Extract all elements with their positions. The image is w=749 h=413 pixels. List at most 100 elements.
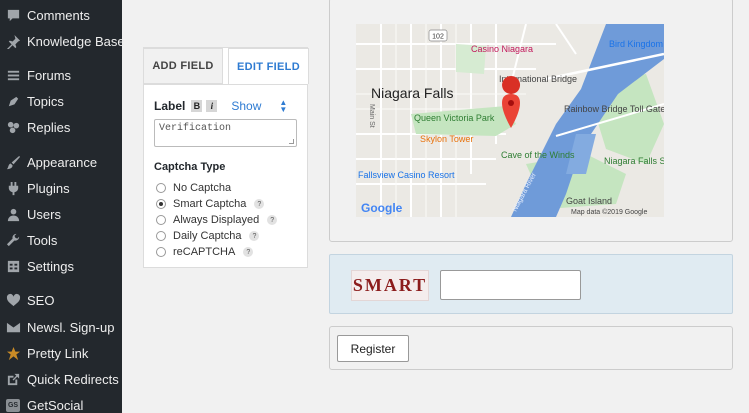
captcha-type-title: Captcha Type: [154, 161, 226, 173]
help-icon[interactable]: ?: [267, 215, 278, 225]
help-icon[interactable]: ?: [243, 247, 254, 257]
sidebar-item-quick-redirects[interactable]: Quick Redirects: [0, 366, 122, 392]
map-label-park: Queen Victoria Park: [414, 113, 495, 123]
sidebar-item-tools[interactable]: Tools: [0, 227, 122, 253]
italic-button[interactable]: i: [206, 100, 218, 112]
sidebar-item-label: Appearance: [27, 154, 98, 170]
map-label-bird: Bird Kingdom: [609, 39, 663, 49]
pin-icon: [5, 33, 21, 49]
captcha-option-label: Always Displayed: [173, 214, 260, 226]
captcha-image: SMART: [351, 270, 429, 301]
map-label-city: Niagara Falls: [371, 85, 453, 101]
radio-button[interactable]: [156, 199, 166, 209]
resize-handle-icon[interactable]: [289, 139, 294, 144]
mail-icon: [5, 319, 21, 335]
label-title: Label: [154, 99, 186, 113]
sidebar-item-pretty-link[interactable]: Pretty Link: [0, 340, 122, 366]
settings-icon: [5, 258, 21, 274]
radio-button[interactable]: [156, 231, 166, 241]
map-label-rainbow: Rainbow Bridge Toll Gate: [564, 104, 664, 114]
tab-edit-field[interactable]: EDIT FIELD: [228, 48, 309, 84]
radio-button[interactable]: [156, 183, 166, 193]
select-arrows-icon: ▲ ▼: [279, 98, 288, 114]
sidebar-item-label: Tools: [27, 232, 58, 248]
tab-add-field[interactable]: ADD FIELD: [143, 48, 223, 84]
admin-sidebar: Comments Knowledge Base Forums Topics Re…: [0, 0, 125, 413]
sidebar-item-label: Knowledge Base: [27, 33, 125, 49]
captcha-option-label: No Captcha: [173, 182, 232, 194]
seo-icon: [5, 292, 21, 308]
sidebar-item-label: Quick Redirects: [27, 371, 119, 387]
forums-icon: [5, 67, 21, 83]
sidebar-item-label: Users: [27, 206, 61, 222]
sidebar-item-users[interactable]: Users: [0, 201, 122, 227]
sidebar-item-label: Comments: [27, 7, 90, 23]
map-label-tower: Skylon Tower: [420, 134, 473, 144]
sidebar-item-replies[interactable]: Replies: [0, 114, 122, 140]
getsocial-icon: GS: [5, 397, 21, 413]
label-text-value: Verification: [159, 123, 232, 134]
paintbrush-icon: [5, 154, 21, 170]
captcha-option-label: Smart Captcha: [173, 198, 247, 210]
register-button[interactable]: Register: [337, 335, 409, 362]
map-canvas: 102 Casino Niagara Bird Kingdom Internat…: [356, 24, 664, 217]
sidebar-item-forums[interactable]: Forums: [0, 62, 122, 88]
label-visibility-select[interactable]: Show ▲ ▼: [231, 98, 288, 114]
help-icon[interactable]: ?: [249, 231, 260, 241]
sidebar-item-label: Pretty Link: [27, 345, 89, 361]
captcha-option-no-captcha[interactable]: No Captcha: [156, 181, 231, 195]
map-label-goat: Goat Island: [566, 196, 612, 206]
topics-icon: [5, 93, 21, 109]
sidebar-item-label: Forums: [27, 67, 72, 83]
users-icon: [5, 206, 21, 222]
map-label-fallsview: Fallsview Casino Resort: [358, 170, 455, 180]
sidebar-item-label: SEO: [27, 292, 55, 308]
label-visibility-value: Show: [231, 99, 262, 113]
captcha-option-label: Daily Captcha: [173, 230, 242, 242]
redirect-icon: [5, 371, 21, 387]
sidebar-item-label: Plugins: [27, 180, 70, 196]
wrench-icon: [5, 232, 21, 248]
sidebar-item-seo[interactable]: SEO: [0, 287, 122, 313]
sidebar-item-newsletter-signup[interactable]: Newsl. Sign-up: [0, 314, 122, 340]
sidebar-item-appearance[interactable]: Appearance: [0, 149, 122, 175]
star-icon: [5, 345, 21, 361]
help-icon[interactable]: ?: [254, 199, 265, 209]
captcha-option-always-displayed[interactable]: Always Displayed ?: [156, 213, 278, 227]
sidebar-item-topics[interactable]: Topics: [0, 88, 122, 114]
edit-field-body: Label B i Show ▲ ▼ Verification Captcha T…: [144, 84, 307, 268]
map-label-main-st: Main St: [368, 104, 375, 128]
sidebar-item-plugins[interactable]: Plugins: [0, 175, 122, 201]
plugin-icon: [5, 180, 21, 196]
sidebar-item-label: Settings: [27, 258, 74, 274]
google-logo: Google: [361, 201, 403, 215]
field-editor-panel: ADD FIELD EDIT FIELD Label B i Show ▲ ▼ V…: [143, 47, 309, 268]
label-text-field[interactable]: Verification: [154, 119, 297, 147]
sidebar-item-settings[interactable]: Settings: [0, 253, 122, 279]
map-embed[interactable]: 102 Casino Niagara Bird Kingdom Internat…: [356, 24, 664, 217]
comment-icon: [5, 7, 21, 23]
captcha-text: SMART: [352, 275, 428, 295]
sidebar-item-label: Replies: [27, 119, 71, 135]
map-label-cave: Cave of the Winds: [501, 150, 575, 160]
radio-button[interactable]: [156, 247, 166, 257]
sidebar-item-comments[interactable]: Comments: [0, 2, 122, 28]
radio-button[interactable]: [156, 215, 166, 225]
sidebar-item-label: Newsl. Sign-up: [27, 319, 115, 335]
map-label-casino: Casino Niagara: [471, 44, 533, 54]
captcha-option-recaptcha[interactable]: reCAPTCHA ?: [156, 245, 254, 259]
captcha-option-label: reCAPTCHA: [173, 246, 236, 258]
sidebar-item-getsocial[interactable]: GS GetSocial: [0, 392, 122, 413]
captcha-input[interactable]: [440, 270, 581, 300]
sidebar-item-label: Topics: [27, 93, 64, 109]
label-row: Label B i Show ▲ ▼: [154, 98, 302, 114]
map-attribution: Map data ©2019 Google: [571, 208, 647, 216]
captcha-option-smart-captcha[interactable]: Smart Captcha ?: [156, 197, 265, 211]
bold-button[interactable]: B: [191, 100, 203, 112]
route-label: 102: [432, 34, 444, 41]
sidebar-item-knowledge-base[interactable]: Knowledge Base: [0, 28, 125, 54]
replies-icon: [5, 119, 21, 135]
map-label-state-park: Niagara Falls State Park: [604, 156, 664, 166]
captcha-option-daily-captcha[interactable]: Daily Captcha ?: [156, 229, 260, 243]
sidebar-item-label: GetSocial: [27, 397, 84, 413]
